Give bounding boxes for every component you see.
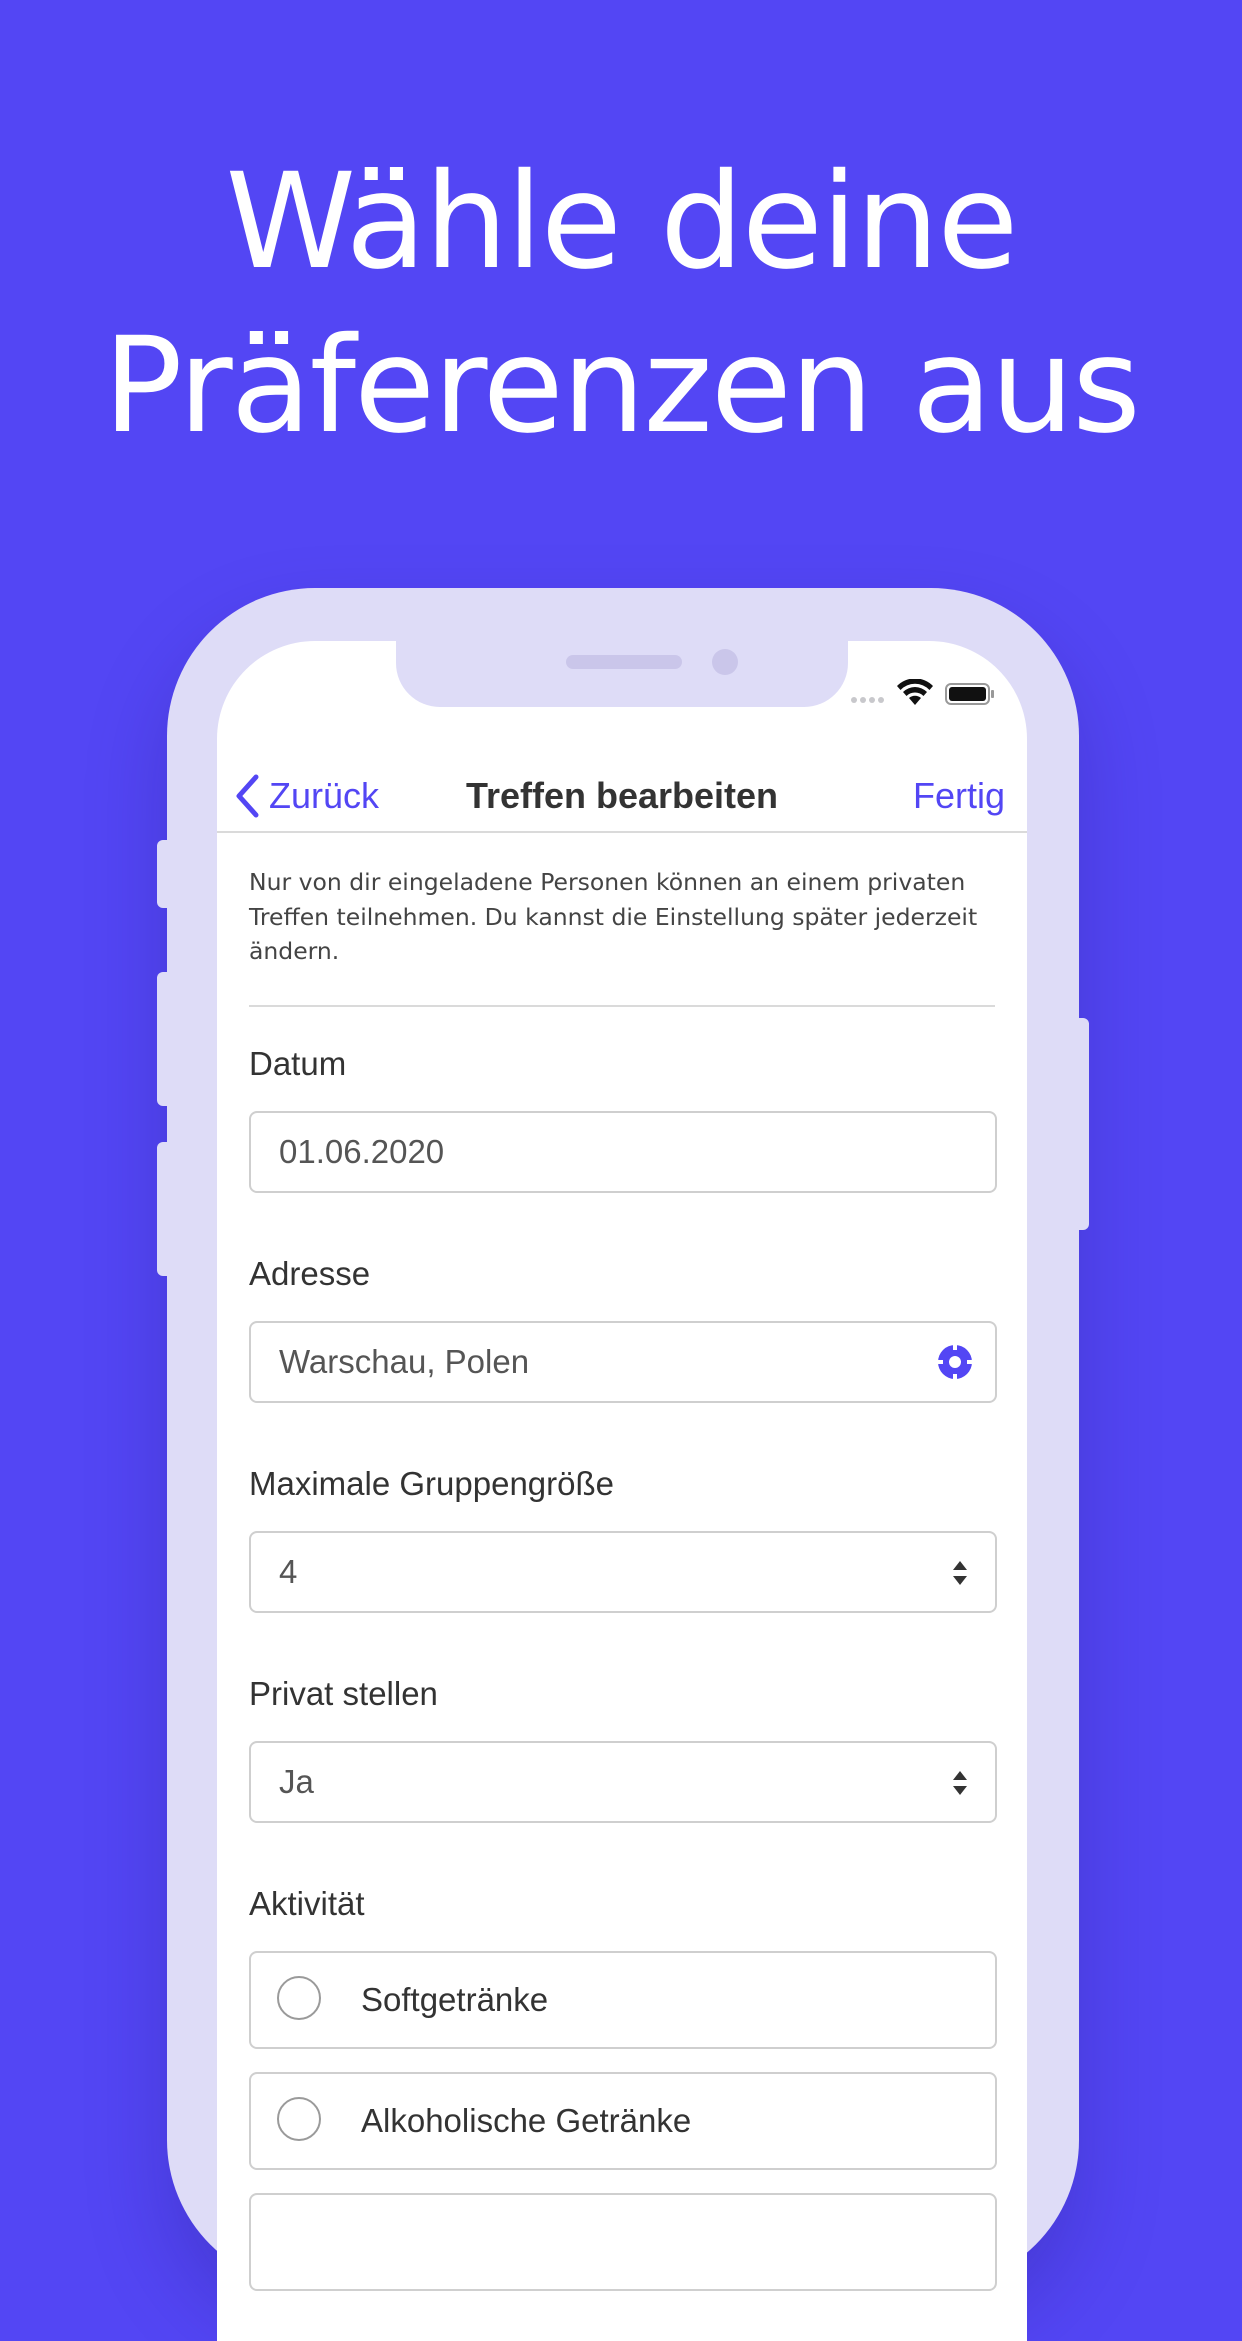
private-select[interactable]: Ja [249, 1741, 997, 1823]
address-field[interactable]: Warschau, Polen [249, 1321, 997, 1403]
nav-divider [217, 831, 1027, 833]
chevron-left-icon [236, 774, 259, 818]
activity-option-alkoholische-getraenke[interactable]: Alkoholische Getränke [249, 2072, 997, 2170]
phone-notch [396, 641, 848, 707]
group-size-select[interactable]: 4 [249, 1531, 997, 1613]
phone-volume-up-button [157, 972, 173, 1106]
navigation-bar: Treffen bearbeiten Zurück Fertig [217, 761, 1027, 831]
date-value: 01.06.2020 [279, 1133, 445, 1170]
group-size-label: Maximale Gruppengröße [249, 1465, 614, 1502]
location-target-icon[interactable] [935, 1342, 975, 1382]
private-info-text: Nur von dir eingeladene Personen können … [249, 868, 978, 965]
wifi-icon [897, 679, 933, 705]
back-button-label: Zurück [269, 775, 380, 816]
activity-option-softgetraenke[interactable]: Softgetränke [249, 1951, 997, 2049]
private-label: Privat stellen [249, 1675, 438, 1712]
promo-headline: Wähle deine Präferenzen aus [0, 140, 1242, 468]
address-value: Warschau, Polen [279, 1343, 530, 1380]
phone-screen: Treffen bearbeiten Zurück Fertig Nur von… [217, 641, 1027, 2341]
select-arrows-icon [953, 1771, 967, 1795]
headline-line-2: Präferenzen aus [103, 309, 1141, 463]
phone-volume-down-button [157, 1142, 173, 1276]
earpiece-speaker [566, 655, 682, 669]
back-button[interactable]: Zurück [235, 761, 379, 831]
done-button[interactable]: Fertig [913, 761, 1005, 831]
phone-mute-switch [157, 840, 173, 908]
front-camera [712, 649, 738, 675]
battery-icon [945, 683, 994, 705]
date-label: Datum [249, 1045, 347, 1082]
activity-label: Aktivität [249, 1885, 365, 1922]
address-label: Adresse [249, 1255, 371, 1292]
activity-option-label: Alkoholische Getränke [361, 2102, 692, 2139]
private-value: Ja [279, 1763, 314, 1800]
date-field[interactable]: 01.06.2020 [249, 1111, 997, 1193]
headline-line-1: Wähle deine [225, 145, 1018, 299]
signal-dots-icon [851, 697, 884, 703]
radio-unchecked-icon[interactable] [277, 1976, 321, 2020]
phone-power-button [1073, 1018, 1089, 1230]
info-divider [249, 1005, 995, 1007]
select-arrows-icon [953, 1561, 967, 1585]
activity-option-label: Softgetränke [361, 1981, 549, 2018]
group-size-value: 4 [279, 1553, 298, 1590]
radio-unchecked-icon[interactable] [277, 2097, 321, 2141]
